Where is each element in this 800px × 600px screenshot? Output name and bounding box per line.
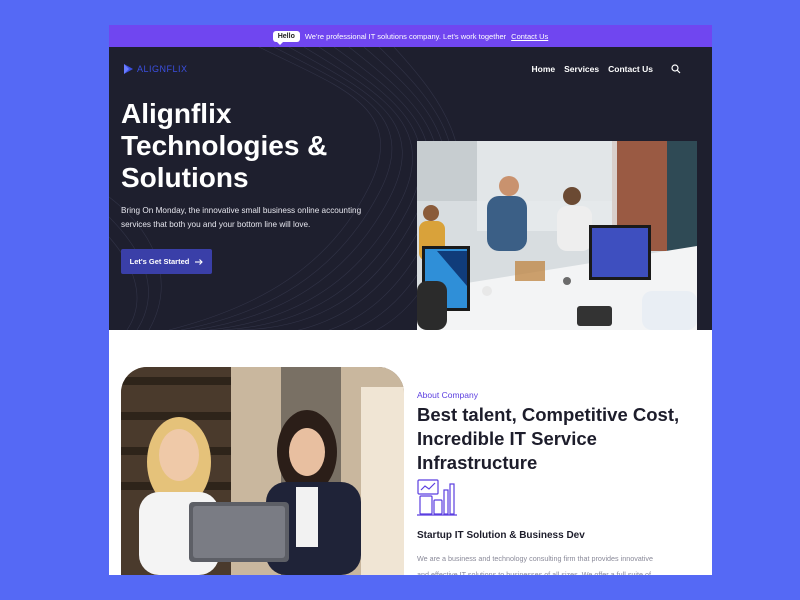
landing-page: Hello We're professional IT solutions co…	[109, 25, 712, 575]
office-team-photo	[417, 141, 697, 330]
analytics-devices-icon	[417, 479, 457, 516]
business-women-photo	[121, 367, 404, 575]
main-nav: Home Services Contact Us	[532, 64, 681, 74]
get-started-label: Let's Get Started	[129, 257, 190, 266]
about-subheading: Startup IT Solution & Business Dev	[417, 530, 585, 541]
nav-item-services[interactable]: Services	[564, 64, 599, 74]
arrow-right-icon	[195, 258, 204, 265]
search-icon[interactable]	[671, 64, 681, 74]
get-started-button[interactable]: Let's Get Started	[121, 249, 212, 274]
nav-item-contact-us[interactable]: Contact Us	[608, 64, 653, 74]
hero-title: Alignflix Technologies & Solutions	[121, 98, 328, 193]
hero-subtitle: Bring On Monday, the innovative small bu…	[121, 206, 362, 229]
logo-text: ALIGNFLIX	[137, 64, 188, 74]
logo-play-icon	[124, 64, 133, 74]
logo[interactable]: ALIGNFLIX	[123, 63, 188, 75]
announcement-text: We're professional IT solutions company.…	[304, 31, 507, 41]
nav-item-home[interactable]: Home	[532, 64, 556, 74]
announcement-bar: Hello We're professional IT solutions co…	[109, 25, 712, 47]
hello-badge: Hello	[272, 30, 300, 45]
about-description: We are a business and technology consult…	[417, 554, 653, 575]
about-section: About Company Best talent, Competitive C…	[109, 330, 712, 575]
about-eyebrow: About Company	[417, 390, 478, 400]
about-heading: Best talent, Competitive Cost, Incredibl…	[417, 404, 680, 473]
contact-us-link[interactable]: Contact Us	[511, 32, 548, 41]
hero-section: ALIGNFLIX Home Services Contact Us Align…	[109, 47, 712, 330]
